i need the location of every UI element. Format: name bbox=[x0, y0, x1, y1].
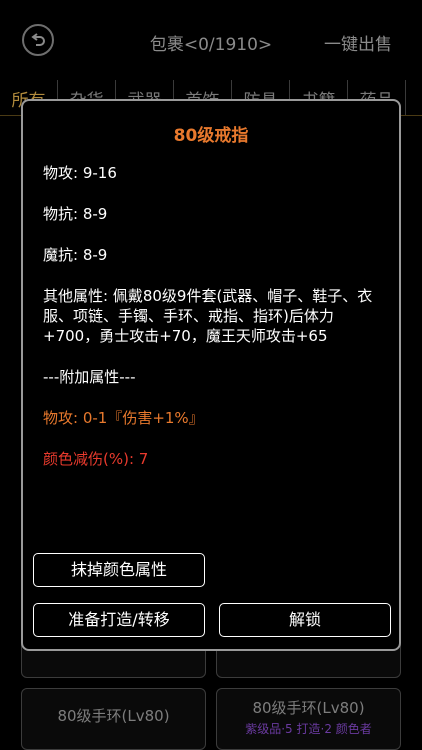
erase-color-button[interactable]: 抹掉颜色属性 bbox=[33, 553, 205, 587]
item-name: 80级手环(Lv80) bbox=[57, 707, 170, 725]
extra-attack: 物攻: 0-1『伤害+1%』 bbox=[43, 409, 204, 427]
item-title: 80级戒指 bbox=[173, 126, 249, 146]
extra-attributes-header: ---附加属性--- bbox=[43, 368, 136, 386]
other-attributes: 其他属性: 佩戴80级9件套(武器、帽子、鞋子、衣服、项链、手镯、手环、戒指、指… bbox=[43, 287, 373, 345]
item-stats: 物攻: 9-16 物抗: 8-9 魔抗: 8-9 其他属性: 佩戴80级9件套(… bbox=[43, 163, 385, 469]
item-subtext: 紫级品·5 打造·2 颜色者 bbox=[245, 722, 372, 736]
forge-transfer-button[interactable]: 准备打造/转移 bbox=[33, 603, 205, 637]
item-card[interactable]: 80级手环(Lv80) 紫级品·5 打造·2 颜色者 bbox=[216, 688, 401, 750]
item-detail-dialog: 80级戒指 物攻: 9-16 物抗: 8-9 魔抗: 8-9 其他属性: 佩戴8… bbox=[21, 99, 401, 651]
sell-all-button[interactable]: 一键出售 bbox=[324, 30, 392, 55]
physical-attack: 物攻: 9-16 bbox=[43, 164, 117, 182]
item-card[interactable]: 80级手环(Lv80) bbox=[21, 688, 206, 750]
header: 包裹<0/1910> 一键出售 bbox=[0, 0, 422, 80]
unlock-button[interactable]: 解锁 bbox=[219, 603, 391, 637]
item-name: 80级手环(Lv80) bbox=[252, 699, 365, 717]
color-damage-reduction: 颜色减伤(%): 7 bbox=[43, 450, 149, 468]
physical-resist: 物抗: 8-9 bbox=[43, 205, 108, 223]
magic-resist: 魔抗: 8-9 bbox=[43, 246, 108, 264]
